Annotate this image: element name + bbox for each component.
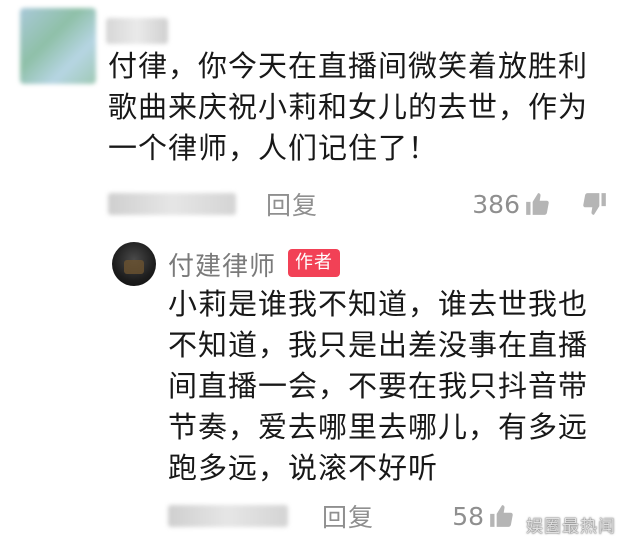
comment-meta-row: 回复 386 xyxy=(108,186,608,222)
commenter-name[interactable] xyxy=(106,18,168,44)
comment-timestamp xyxy=(108,193,236,215)
watermark: 娱圈最热闻 xyxy=(526,517,616,537)
author-avatar[interactable] xyxy=(112,242,156,286)
reply-like-count: 58 xyxy=(452,501,484,531)
thumbs-down-icon[interactable] xyxy=(582,191,608,217)
author-badge: 作者 xyxy=(288,249,340,277)
reply-text: 小莉是谁我不知道，谁去世我也 不知道，我只是出差没事在直播 间直播一会，不要在我… xyxy=(168,287,589,485)
commenter-avatar[interactable] xyxy=(20,8,96,84)
thumbs-up-icon[interactable] xyxy=(488,503,514,529)
reply-author-name[interactable]: 付建律师 xyxy=(168,246,276,283)
thumbs-up-icon[interactable] xyxy=(524,191,550,217)
comment-text: 付律，你今天在直播间微笑着放胜利 歌曲来庆祝小莉和女儿的去世，作为 一个律师，人… xyxy=(108,49,589,165)
comment-reply-button[interactable]: 回复 xyxy=(266,186,318,222)
reply-timestamp xyxy=(168,505,288,527)
reply-reply-button[interactable]: 回复 xyxy=(322,498,374,534)
comment-like-count: 386 xyxy=(472,189,520,219)
